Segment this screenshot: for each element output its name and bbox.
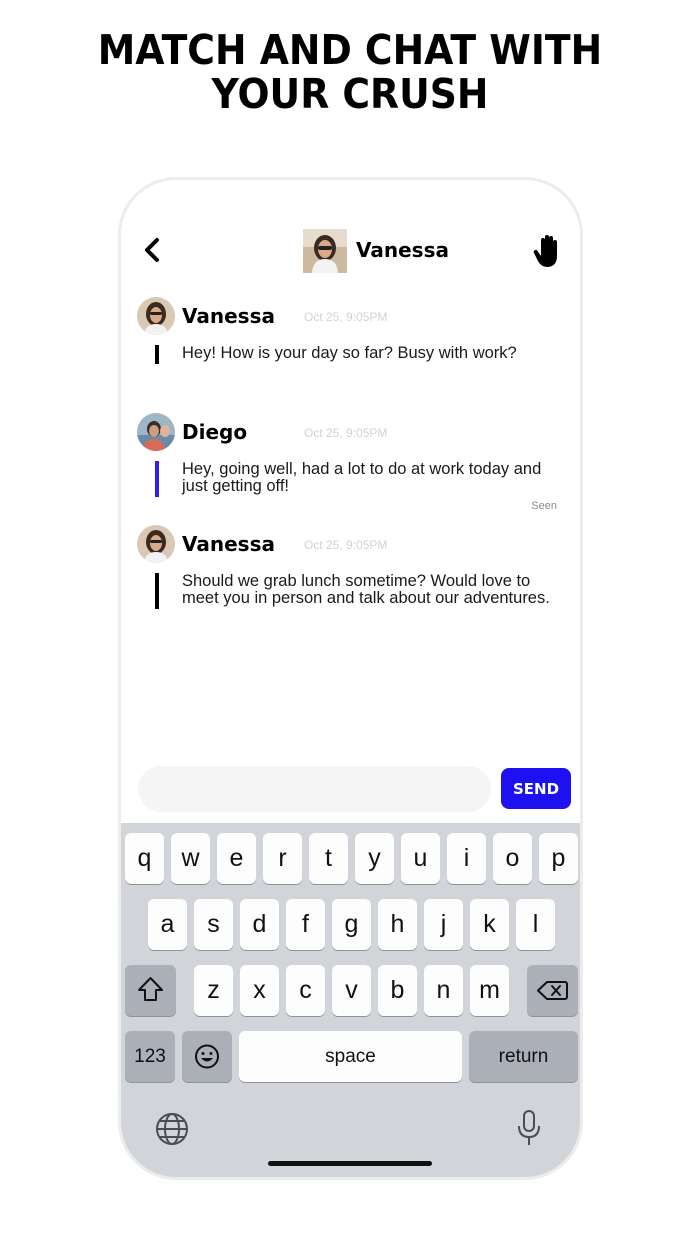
key-c[interactable]: c [286, 965, 325, 1016]
key-p[interactable]: p [539, 833, 578, 884]
message-timestamp: Oct 25, 9:05PM [304, 538, 388, 552]
shift-icon[interactable] [125, 965, 176, 1016]
key-q[interactable]: q [125, 833, 164, 884]
message-body: Should we grab lunch sometime? Would lov… [137, 572, 562, 609]
globe-icon[interactable] [155, 1112, 189, 1146]
header-avatar[interactable] [303, 229, 347, 273]
numbers-key[interactable]: 123 [125, 1031, 175, 1082]
backspace-icon[interactable] [527, 965, 578, 1016]
message-accent-bar [155, 573, 159, 609]
message-text: Should we grab lunch sometime? Would lov… [182, 572, 550, 607]
key-i[interactable]: i [447, 833, 486, 884]
message-accent-bar [155, 461, 159, 497]
key-j[interactable]: j [424, 899, 463, 950]
message-sender: Vanessa [182, 304, 275, 328]
header-contact-name: Vanessa [356, 238, 449, 262]
message-timestamp: Oct 25, 9:05PM [304, 426, 388, 440]
key-b[interactable]: b [378, 965, 417, 1016]
message-accent-bar [155, 345, 159, 364]
phone-frame: Vanessa Vanessa Oct 25, 9:05PM Hey! How … [118, 177, 583, 1180]
message-sender: Vanessa [182, 532, 275, 556]
key-z[interactable]: z [194, 965, 233, 1016]
key-r[interactable]: r [263, 833, 302, 884]
key-x[interactable]: x [240, 965, 279, 1016]
key-e[interactable]: e [217, 833, 256, 884]
key-m[interactable]: m [470, 965, 509, 1016]
message-item: Vanessa Oct 25, 9:05PM Hey! How is your … [137, 297, 562, 364]
emoji-icon[interactable] [182, 1031, 232, 1082]
key-h[interactable]: h [378, 899, 417, 950]
headline-line-2: YOUR CRUSH [211, 70, 489, 118]
seen-status: Seen [531, 500, 557, 512]
key-s[interactable]: s [194, 899, 233, 950]
message-item: Diego Oct 25, 9:05PM Hey, going well, ha… [137, 413, 562, 497]
key-y[interactable]: y [355, 833, 394, 884]
return-key[interactable]: return [469, 1031, 578, 1082]
key-n[interactable]: n [424, 965, 463, 1016]
headline-line-1: MATCH AND CHAT WITH [97, 26, 603, 74]
key-g[interactable]: g [332, 899, 371, 950]
key-o[interactable]: o [493, 833, 532, 884]
home-indicator [268, 1161, 432, 1166]
message-text: Hey! How is your day so far? Busy with w… [182, 344, 517, 362]
key-k[interactable]: k [470, 899, 509, 950]
send-button[interactable]: SEND [501, 768, 571, 809]
avatar[interactable] [137, 297, 175, 335]
key-f[interactable]: f [286, 899, 325, 950]
microphone-icon[interactable] [515, 1109, 543, 1147]
keyboard: q w e r t y u i o p a s d f g h j k l z … [121, 823, 580, 1177]
page-headline: MATCH AND CHAT WITH YOUR CRUSH [28, 28, 672, 116]
message-input[interactable] [138, 766, 491, 812]
message-sender: Diego [182, 420, 248, 444]
avatar[interactable] [137, 413, 175, 451]
message-body: Hey, going well, had a lot to do at work… [137, 460, 562, 497]
message-timestamp: Oct 25, 9:05PM [304, 310, 388, 324]
message-body: Hey! How is your day so far? Busy with w… [137, 344, 562, 364]
key-u[interactable]: u [401, 833, 440, 884]
key-t[interactable]: t [309, 833, 348, 884]
key-w[interactable]: w [171, 833, 210, 884]
key-d[interactable]: d [240, 899, 279, 950]
chevron-left-icon[interactable] [141, 236, 165, 264]
key-l[interactable]: l [516, 899, 555, 950]
message-item: Vanessa Oct 25, 9:05PM Should we grab lu… [137, 525, 562, 609]
message-text: Hey, going well, had a lot to do at work… [182, 460, 542, 495]
space-key[interactable]: space [239, 1031, 462, 1082]
key-v[interactable]: v [332, 965, 371, 1016]
avatar[interactable] [137, 525, 175, 563]
hand-stop-icon[interactable] [531, 232, 563, 270]
key-a[interactable]: a [148, 899, 187, 950]
